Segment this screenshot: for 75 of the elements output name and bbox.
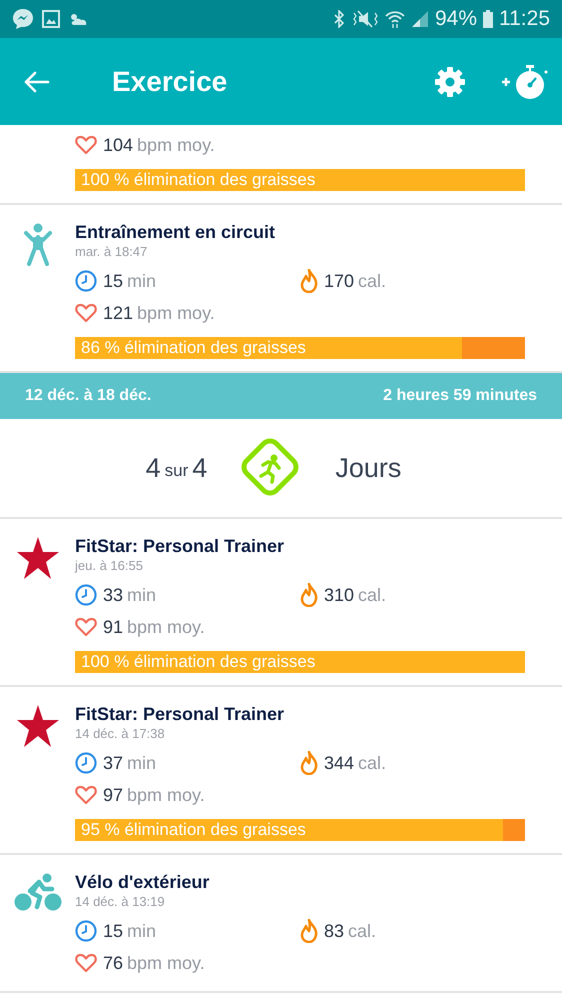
- heart-rate-value: 76: [103, 952, 124, 974]
- settings-icon: [434, 66, 466, 98]
- screen-title: Exercice: [112, 66, 228, 98]
- workout-date: jeu. à 16:55: [75, 557, 144, 575]
- days-label: Jours: [335, 452, 402, 484]
- star-icon: [16, 705, 60, 747]
- star-icon: [16, 537, 60, 579]
- heart-rate-value: 121: [103, 302, 134, 324]
- image-icon: [42, 10, 60, 28]
- flame-icon: [300, 919, 318, 943]
- plus-stopwatch-icon: [500, 62, 550, 100]
- clock-icon: [75, 920, 97, 942]
- weather-icon: [68, 11, 88, 27]
- heart-rate-value: 97: [103, 784, 124, 806]
- muted-speaker-icon: [350, 10, 379, 28]
- fat-burn-label: 86 % élimination des graisses: [81, 338, 306, 358]
- clock-icon: [75, 270, 97, 292]
- calories-value: 310: [324, 584, 354, 606]
- heart-rate-value: 91: [103, 616, 124, 638]
- calories-value: 344: [324, 752, 354, 774]
- duration-unit: min: [127, 752, 156, 774]
- workout-date: mar. à 18:47: [75, 243, 148, 261]
- clock-icon: [75, 584, 97, 606]
- days-separator: sur: [164, 460, 188, 481]
- heart-icon: [75, 785, 97, 805]
- duration-unit: min: [127, 270, 156, 292]
- flame-icon: [300, 583, 318, 607]
- flame-icon: [300, 269, 318, 293]
- heart-rate-unit: bpm moy.: [127, 784, 205, 806]
- chat-bubble-icon: [12, 8, 34, 30]
- bluetooth-icon: [332, 10, 345, 28]
- heart-rate-value: 104: [103, 134, 134, 156]
- heart-icon: [75, 617, 97, 637]
- back-arrow-icon: [24, 70, 50, 92]
- calories-value: 83: [324, 920, 344, 942]
- wifi-icon: [384, 10, 405, 28]
- calories-unit: cal.: [358, 270, 386, 292]
- fat-burn-label: 100 % élimination des graisses: [81, 652, 316, 672]
- workout-title[interactable]: FitStar: Personal Trainer: [75, 535, 525, 557]
- fat-burn-label: 95 % élimination des graisses: [81, 820, 306, 840]
- battery-percent: 94%: [434, 7, 477, 31]
- days-done: 4: [146, 452, 161, 484]
- calories-value: 170: [324, 270, 354, 292]
- calories-unit: cal.: [358, 584, 386, 606]
- heart-rate-unit: bpm moy.: [137, 302, 215, 324]
- heart-rate-unit: bpm moy.: [127, 616, 205, 638]
- workout-title[interactable]: FitStar: Personal Trainer: [75, 703, 525, 725]
- heart-icon: [75, 303, 97, 323]
- duration-value: 33: [103, 584, 124, 606]
- workout-date: 14 déc. à 17:38: [75, 725, 166, 743]
- clock-time: 11:25: [499, 7, 550, 31]
- calories-unit: cal.: [358, 752, 386, 774]
- battery-icon: [483, 10, 493, 28]
- person-icon: [22, 223, 52, 267]
- duration-value: 15: [103, 270, 124, 292]
- heart-icon: [75, 135, 97, 155]
- duration-value: 15: [103, 920, 124, 942]
- clock-icon: [75, 752, 97, 774]
- fat-burn-label: 100 % élimination des graisses: [81, 170, 316, 190]
- heart-rate-unit: bpm moy.: [137, 134, 215, 156]
- duration-unit: min: [127, 584, 156, 606]
- flame-icon: [300, 751, 318, 775]
- signal-icon: [410, 10, 429, 28]
- duration-unit: min: [127, 920, 156, 942]
- workout-title[interactable]: Entraînement en circuit: [75, 221, 525, 243]
- cyclist-icon: [14, 873, 62, 911]
- workout-date: 14 déc. à 13:19: [75, 893, 166, 911]
- heart-icon: [75, 953, 97, 973]
- workout-title[interactable]: Vélo d'extérieur: [75, 871, 525, 893]
- week-range: 12 déc. à 18 déc.: [25, 387, 152, 405]
- week-total: 2 heures 59 minutes: [383, 387, 537, 405]
- duration-value: 37: [103, 752, 124, 774]
- days-goal: 4: [192, 452, 208, 484]
- heart-rate-unit: bpm moy.: [127, 952, 205, 974]
- calories-unit: cal.: [348, 920, 376, 942]
